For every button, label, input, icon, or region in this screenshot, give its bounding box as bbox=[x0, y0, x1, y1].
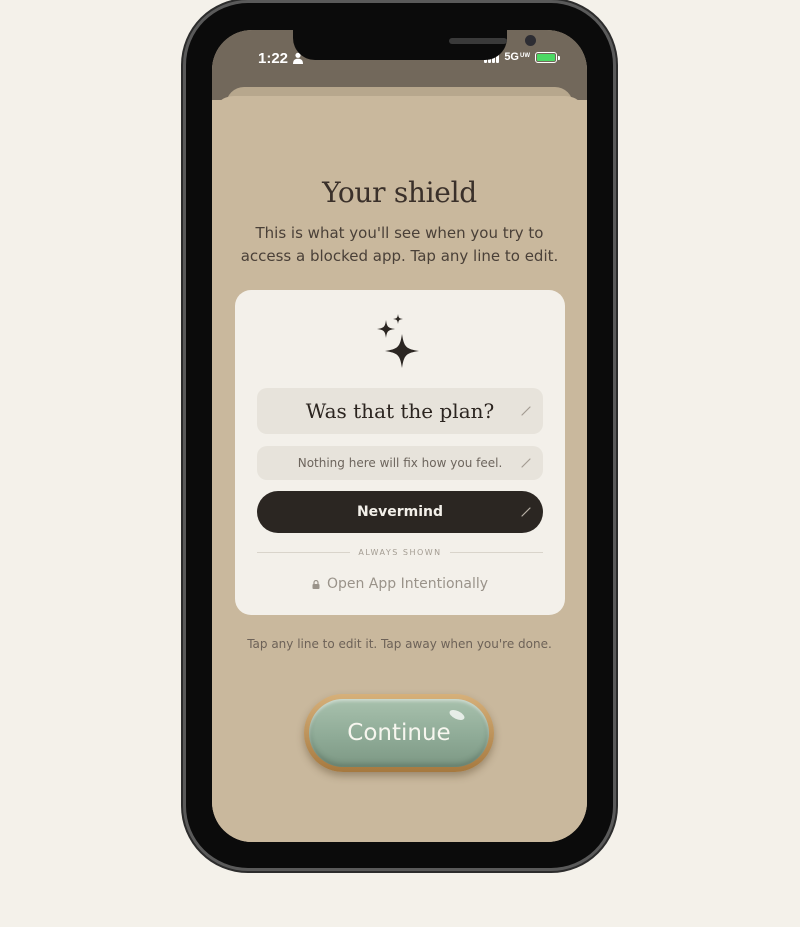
page-title: Your shield bbox=[322, 176, 477, 209]
network-label: 5GUW bbox=[504, 51, 530, 63]
pencil-icon bbox=[521, 406, 531, 416]
sparkles-icon bbox=[377, 314, 419, 368]
lock-icon bbox=[312, 580, 320, 589]
edit-hint: Tap any line to edit it. Tap away when y… bbox=[247, 637, 552, 651]
continue-button[interactable]: Continue bbox=[304, 694, 494, 772]
nevermind-button[interactable]: Nevermind bbox=[257, 491, 543, 533]
shield-headline-field[interactable]: Was that the plan? bbox=[257, 388, 543, 434]
status-time: 1:22 bbox=[258, 50, 289, 67]
nevermind-label: Nevermind bbox=[356, 504, 444, 520]
open-app-intentionally-button[interactable]: Open App Intentionally bbox=[235, 576, 565, 592]
shield-message-field[interactable]: Nothing here will fix how you feel. bbox=[257, 446, 543, 480]
continue-label: Continue bbox=[347, 720, 451, 746]
notch bbox=[293, 30, 536, 60]
open-app-label: Open App Intentionally bbox=[326, 576, 489, 592]
page-subtitle: This is what you'll see when you try to … bbox=[240, 224, 559, 265]
pencil-icon bbox=[521, 458, 531, 468]
battery-icon bbox=[535, 51, 560, 63]
phone-screen: 1:22 5GUW Your shield This is what you'l… bbox=[212, 30, 587, 842]
shield-headline-text: Was that the plan? bbox=[305, 399, 495, 423]
shield-preview-card: Was that the plan? Nothing here will fix… bbox=[235, 290, 565, 615]
shield-message-text: Nothing here will fix how you feel. bbox=[297, 456, 503, 470]
always-shown-divider: ALWAYS SHOWN bbox=[257, 546, 543, 558]
pencil-icon bbox=[521, 507, 531, 517]
always-shown-label: ALWAYS SHOWN bbox=[358, 547, 442, 557]
